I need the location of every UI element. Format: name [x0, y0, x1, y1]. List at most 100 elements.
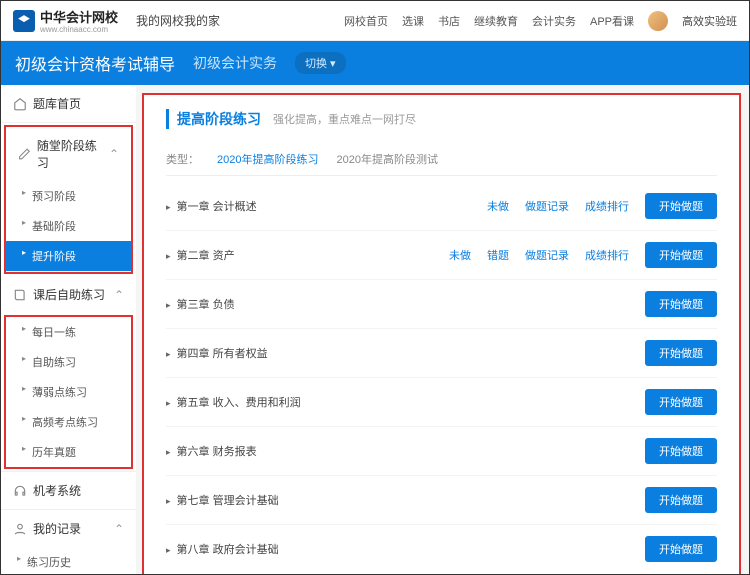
sidebar: 题库首页 随堂阶段练习 ⌃ 预习阶段基础阶段提升阶段 课后自助练习 ⌃ 每日一练…: [1, 85, 136, 574]
pencil-icon: [18, 147, 31, 161]
chapter-title[interactable]: 第一章 会计概述: [166, 198, 487, 214]
sidebar-section-selfstudy: 课后自助练习 ⌃ 每日一练自助练习薄弱点练习高频考点练习历年真题: [1, 276, 136, 472]
top-nav: 网校首页选课书店继续教育会计实务 APP看课 高效实验班: [344, 11, 737, 31]
headset-icon: [13, 484, 27, 498]
chevron-down-icon: ▾: [330, 57, 336, 70]
home-icon: [13, 97, 27, 111]
sidebar-item[interactable]: 提升阶段: [6, 241, 131, 271]
highlight-box-2: 每日一练自助练习薄弱点练习高频考点练习历年真题: [4, 315, 133, 469]
chapter-link[interactable]: 错题: [487, 247, 509, 263]
top-nav-link[interactable]: 会计实务: [532, 13, 576, 29]
subject-bar: 初级会计资格考试辅导 初级会计实务 切换 ▾: [1, 41, 749, 85]
sidebar-label: 课后自助练习: [33, 286, 105, 303]
sidebar-section-mock: 机考系统: [1, 472, 136, 510]
chapter-link[interactable]: 做题记录: [525, 247, 569, 263]
top-nav-link[interactable]: 网校首页: [344, 13, 388, 29]
sidebar-item[interactable]: 每日一练: [6, 317, 131, 347]
chapter-title[interactable]: 第七章 管理会计基础: [166, 492, 629, 508]
logo[interactable]: 中华会计网校 www.chinaacc.com: [13, 7, 118, 34]
practice-panel: 提高阶段练习 强化提高，重点难点一网打尽 类型： 2020年提高阶段练习 202…: [142, 93, 741, 574]
chapter-row: 第三章 负债开始做题: [166, 280, 717, 329]
chapter-row: 第七章 管理会计基础开始做题: [166, 476, 717, 525]
switch-button[interactable]: 切换 ▾: [295, 52, 346, 74]
chevron-up-icon: ⌃: [114, 522, 124, 536]
chevron-up-icon: ⌃: [109, 147, 119, 161]
panel-header: 提高阶段练习 强化提高，重点难点一网打尽: [166, 109, 717, 129]
chapter-link[interactable]: 成绩排行: [585, 247, 629, 263]
slogan: 我的网校我的家: [136, 12, 220, 29]
chapter-links: 未做错题做题记录成绩排行: [449, 247, 629, 263]
start-button[interactable]: 开始做题: [645, 487, 717, 513]
start-button[interactable]: 开始做题: [645, 193, 717, 219]
chapter-row: 第四章 所有者权益开始做题: [166, 329, 717, 378]
chapter-title[interactable]: 第八章 政府会计基础: [166, 541, 629, 557]
main-area: 提高阶段练习 强化提高，重点难点一网打尽 类型： 2020年提高阶段练习 202…: [136, 85, 749, 574]
sidebar-section-home: 题库首页: [1, 85, 136, 123]
logo-icon: [13, 10, 35, 32]
chapter-title[interactable]: 第五章 收入、费用和利润: [166, 394, 629, 410]
user-icon: [13, 522, 27, 536]
sidebar-section-records: 我的记录 ⌃ 练习历史我的错题我的收藏评估报告我的答疑: [1, 510, 136, 574]
sidebar-label: 机考系统: [33, 482, 81, 499]
type-option-test[interactable]: 2020年提高阶段测试: [336, 151, 437, 167]
chapter-links: 未做做题记录成绩排行: [487, 198, 629, 214]
top-nav-link[interactable]: 选课: [402, 13, 424, 29]
chevron-up-icon: ⌃: [114, 288, 124, 302]
chapter-row: 第五章 收入、费用和利润开始做题: [166, 378, 717, 427]
layout: 题库首页 随堂阶段练习 ⌃ 预习阶段基础阶段提升阶段 课后自助练习 ⌃ 每日一练…: [1, 85, 749, 574]
start-button[interactable]: 开始做题: [645, 536, 717, 562]
user-badge[interactable]: 高效实验班: [682, 13, 737, 29]
type-label: 类型：: [166, 151, 199, 167]
start-button[interactable]: 开始做题: [645, 340, 717, 366]
chapter-title[interactable]: 第三章 负债: [166, 296, 629, 312]
panel-description: 强化提高，重点难点一网打尽: [273, 111, 416, 127]
chapter-list: 第一章 会计概述未做做题记录成绩排行开始做题第二章 资产未做错题做题记录成绩排行…: [166, 182, 717, 573]
sidebar-head-records[interactable]: 我的记录 ⌃: [1, 510, 136, 547]
top-bar: 中华会计网校 www.chinaacc.com 我的网校我的家 网校首页选课书店…: [1, 1, 749, 41]
subject-name: 初级会计实务: [193, 53, 277, 73]
sidebar-item[interactable]: 薄弱点练习: [6, 377, 131, 407]
chapter-link[interactable]: 成绩排行: [585, 198, 629, 214]
chapter-title[interactable]: 第二章 资产: [166, 247, 449, 263]
chapter-link[interactable]: 做题记录: [525, 198, 569, 214]
sidebar-item-mock[interactable]: 机考系统: [1, 472, 136, 509]
type-filter-row: 类型： 2020年提高阶段练习 2020年提高阶段测试: [166, 143, 717, 176]
sidebar-label: 题库首页: [33, 95, 81, 112]
chapter-link[interactable]: 未做: [449, 247, 471, 263]
chapter-row: 第二章 资产未做错题做题记录成绩排行开始做题: [166, 231, 717, 280]
sidebar-label: 我的记录: [33, 520, 81, 537]
sidebar-item[interactable]: 练习历史: [1, 547, 136, 574]
start-button[interactable]: 开始做题: [645, 438, 717, 464]
chapter-title[interactable]: 第四章 所有者权益: [166, 345, 629, 361]
sidebar-head-inclass[interactable]: 随堂阶段练习 ⌃: [6, 127, 131, 181]
start-button[interactable]: 开始做题: [645, 242, 717, 268]
brand-url: www.chinaacc.com: [40, 26, 118, 34]
chapter-row: 第八章 政府会计基础开始做题: [166, 525, 717, 573]
sidebar-item[interactable]: 历年真题: [6, 437, 131, 467]
chapter-row: 第六章 财务报表开始做题: [166, 427, 717, 476]
sidebar-label: 随堂阶段练习: [37, 137, 103, 171]
top-nav-link[interactable]: 书店: [438, 13, 460, 29]
book-icon: [13, 288, 27, 302]
start-button[interactable]: 开始做题: [645, 291, 717, 317]
chapter-row: 第一章 会计概述未做做题记录成绩排行开始做题: [166, 182, 717, 231]
sidebar-section-inclass: 随堂阶段练习 ⌃ 预习阶段基础阶段提升阶段: [6, 127, 131, 272]
highlight-box-1: 随堂阶段练习 ⌃ 预习阶段基础阶段提升阶段: [4, 125, 133, 274]
top-nav-link[interactable]: 继续教育: [474, 13, 518, 29]
switch-label: 切换: [305, 55, 327, 71]
panel-title: 提高阶段练习: [166, 109, 261, 129]
type-option-practice[interactable]: 2020年提高阶段练习: [217, 151, 318, 167]
chapter-title[interactable]: 第六章 财务报表: [166, 443, 629, 459]
sidebar-item[interactable]: 自助练习: [6, 347, 131, 377]
start-button[interactable]: 开始做题: [645, 389, 717, 415]
top-nav-link[interactable]: APP看课: [590, 13, 634, 29]
chapter-link[interactable]: 未做: [487, 198, 509, 214]
sidebar-item[interactable]: 预习阶段: [6, 181, 131, 211]
brand-name: 中华会计网校: [40, 7, 118, 26]
exam-title: 初级会计资格考试辅导: [15, 51, 175, 75]
avatar[interactable]: [648, 11, 668, 31]
sidebar-head-selfstudy[interactable]: 课后自助练习 ⌃: [1, 276, 136, 313]
sidebar-item[interactable]: 基础阶段: [6, 211, 131, 241]
sidebar-item[interactable]: 高频考点练习: [6, 407, 131, 437]
sidebar-item-home[interactable]: 题库首页: [1, 85, 136, 122]
